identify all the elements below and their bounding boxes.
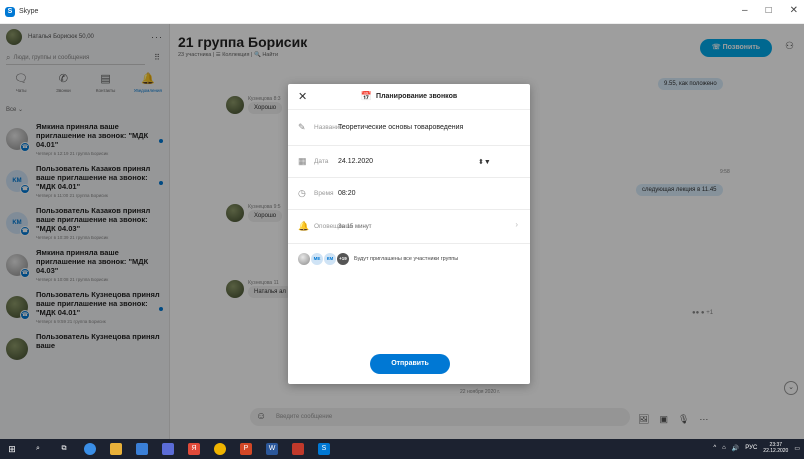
calendar-icon: ▦ [298,156,307,166]
date-input[interactable]: 24.12.2020 [338,158,373,165]
file-explorer-icon[interactable] [110,443,122,455]
skype-logo-icon: S [5,6,15,17]
pencil-icon: ✎ [298,122,306,132]
app-icon[interactable] [162,443,174,455]
chevron-up-icon[interactable]: ^ [713,445,716,451]
volume-icon[interactable]: 🔊 [732,445,739,452]
network-icon[interactable]: ⌂ [722,445,726,451]
chevron-right-icon[interactable]: › [515,220,518,229]
clock[interactable]: 23:37 22.12.2020 [763,442,788,454]
send-button[interactable]: Отправить [370,354,450,374]
word-icon[interactable]: W [266,443,278,455]
skype-taskbar-icon[interactable]: S [318,443,330,455]
language-indicator[interactable]: РУС [745,445,757,451]
reminder-field[interactable]: 🔔 Оповещение За 15 минут › [288,210,530,244]
window-title: Skype [19,8,39,15]
title-bar: S Skype – □ ✕ [0,0,804,24]
bell-icon: 🔔 [298,221,310,231]
date-field[interactable]: ▦ Дата 24.12.2020 ⬍▼ [288,146,530,178]
time-input[interactable]: 08:20 [338,190,356,197]
task-view-icon[interactable]: ⧉ [58,443,70,455]
mail-icon[interactable] [136,443,148,455]
powerpoint-icon[interactable]: P [240,443,252,455]
search-icon[interactable]: ⌕ [32,443,44,455]
calendar-icon: 📅 [360,91,373,101]
app-icon[interactable] [84,443,96,455]
title-input[interactable]: Теоретические основы товароведения [338,124,463,131]
clock-icon: ◷ [298,188,306,198]
taskbar: ⊞ ⌕ ⧉ Я P W S ^ ⌂ 🔊 РУС 23:37 22.12.2020 … [0,439,804,459]
time-field[interactable]: ◷ Время 08:20 [288,178,530,210]
minimize-button[interactable]: – [742,5,748,16]
dialog-title: Планирование звонков [376,93,458,100]
invitees-row: МЕ КМ +19 Будут приглашены все участники… [288,244,530,274]
reminder-select[interactable]: За 15 минут [338,224,372,230]
avatar: КМ [324,253,336,265]
schedule-call-dialog: ✕ 📅 Планирование звонков ✎ Название Теор… [288,84,530,384]
windows-start-icon[interactable]: ⊞ [6,443,18,455]
invitee-count-badge: +19 [337,253,349,265]
date-picker-dropdown[interactable]: ⬍▼ [478,158,491,166]
avatar: МЕ [311,253,323,265]
close-window-button[interactable]: ✕ [790,5,798,16]
notification-center-icon[interactable]: ▭ [794,445,800,452]
app-icon[interactable] [292,443,304,455]
chrome-icon[interactable] [214,443,226,455]
system-tray: ^ ⌂ 🔊 РУС 23:37 22.12.2020 ▭ [713,442,800,454]
maximize-button[interactable]: □ [766,5,772,16]
title-field[interactable]: ✎ Название Теоретические основы товарове… [288,110,530,146]
yandex-icon[interactable]: Я [188,443,200,455]
close-icon[interactable]: ✕ [298,90,307,103]
invite-text: Будут приглашены все участники группы [354,256,459,262]
avatar [298,253,310,265]
